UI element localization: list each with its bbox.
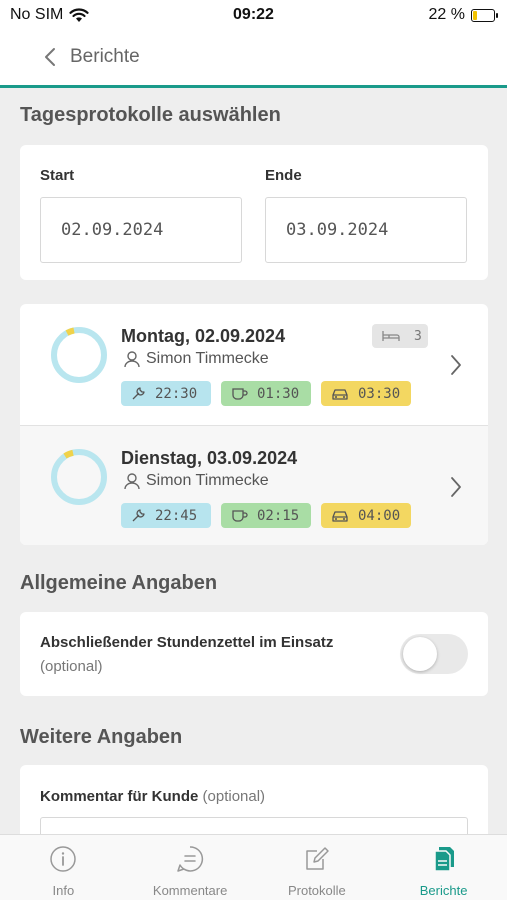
drive-time-pill: 04:00 (321, 503, 411, 528)
toggle-knob (403, 637, 437, 671)
report-icon (433, 847, 454, 872)
protocol-item[interactable]: Montag, 02.09.2024 3 Simon Timmecke 22:3… (20, 304, 488, 424)
user-icon (124, 351, 140, 368)
protocol-day: Montag, 02.09.2024 (121, 326, 286, 346)
timesheet-toggle[interactable] (400, 634, 468, 674)
tab-reports-label: Berichte (419, 883, 468, 898)
progress-ring (51, 327, 107, 383)
coffee-icon (232, 388, 248, 400)
tab-protocols-label: Protokolle (287, 883, 346, 898)
end-date-input[interactable]: 03.09.2024 (265, 197, 467, 263)
person-name: Simon Timmecke (146, 472, 269, 489)
protocol-day: Dienstag, 03.09.2024 (121, 448, 298, 468)
section-title-further: Weitere Angaben (20, 726, 183, 748)
back-button[interactable]: Berichte (44, 46, 140, 68)
protocol-item[interactable]: Dienstag, 03.09.2024 Simon Timmecke 22:4… (20, 425, 488, 545)
general-card: Abschließender Stundenzettel im Einsatz … (20, 612, 488, 696)
pause-time-pill: 01:30 (221, 381, 311, 406)
timesheet-toggle-label: Abschließender Stundenzettel im Einsatz (40, 634, 334, 651)
wrench-icon (132, 387, 145, 400)
wrench-icon (132, 509, 145, 522)
work-time-pill: 22:45 (121, 503, 211, 528)
end-label: Ende (265, 167, 302, 184)
tab-comments[interactable]: Kommentare (127, 835, 254, 900)
chevron-left-icon (45, 48, 55, 66)
drive-time: 04:00 (358, 507, 401, 524)
battery: 22 % (428, 6, 498, 24)
person-name: Simon Timmecke (146, 350, 269, 367)
status-bar: No SIM 09:22 22 % (0, 0, 507, 30)
drive-time-pill: 03:30 (321, 381, 411, 406)
comment-label: Kommentar für Kunde (optional) (40, 788, 265, 805)
section-title-general: Allgemeine Angaben (20, 572, 218, 594)
car-icon (332, 510, 348, 522)
back-label: Berichte (70, 46, 140, 67)
user-icon (124, 473, 140, 490)
tab-bar: Info Kommentare Protokolle Berichte (0, 834, 507, 900)
comment-icon (177, 846, 204, 872)
nights-count: 3 (414, 328, 422, 344)
edit-icon (306, 847, 329, 870)
protocol-list: Montag, 02.09.2024 3 Simon Timmecke 22:3… (20, 304, 488, 545)
coffee-icon (232, 510, 248, 522)
chevron-right-icon (451, 355, 461, 375)
comment-label-text: Kommentar für Kunde (40, 788, 199, 805)
tab-info[interactable]: Info (0, 835, 127, 900)
bed-icon (382, 331, 400, 341)
work-time: 22:30 (155, 385, 198, 402)
pause-time-pill: 02:15 (221, 503, 311, 528)
battery-percent: 22 % (428, 6, 465, 23)
tab-info-label: Info (52, 883, 75, 898)
nav-bar: Berichte (0, 30, 507, 88)
start-label: Start (40, 167, 75, 184)
comment-optional: (optional) (202, 788, 266, 805)
protocol-person: Simon Timmecke (123, 472, 269, 490)
protocol-person: Simon Timmecke (123, 350, 269, 368)
tab-reports[interactable]: Berichte (380, 835, 507, 900)
progress-ring (51, 449, 107, 505)
work-time: 22:45 (155, 507, 198, 524)
tab-protocols[interactable]: Protokolle (254, 835, 381, 900)
chevron-right-icon (451, 477, 461, 497)
tab-comments-label: Kommentare (152, 883, 228, 898)
start-date-input[interactable]: 02.09.2024 (40, 197, 242, 263)
battery-icon (471, 8, 498, 22)
work-time-pill: 22:30 (121, 381, 211, 406)
pause-time: 01:30 (257, 385, 300, 402)
timesheet-optional: (optional) (40, 658, 103, 675)
nights-badge: 3 (372, 324, 428, 348)
car-icon (332, 388, 348, 400)
drive-time: 03:30 (358, 385, 401, 402)
section-title-select: Tagesprotokolle auswählen (20, 104, 281, 126)
pause-time: 02:15 (257, 507, 300, 524)
date-range-card: Start 02.09.2024 Ende 03.09.2024 (20, 145, 488, 280)
info-icon (50, 846, 77, 872)
